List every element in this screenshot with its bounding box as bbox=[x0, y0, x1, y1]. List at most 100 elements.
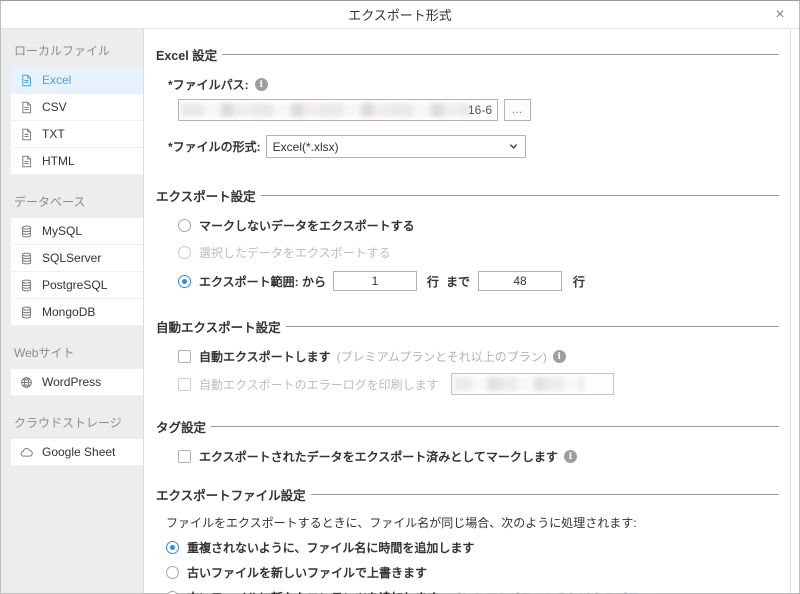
checkbox-mark-exported[interactable] bbox=[178, 450, 191, 463]
range-to-input[interactable] bbox=[478, 271, 562, 291]
sidebar-item-mysql[interactable]: MySQL bbox=[11, 218, 143, 245]
file-icon bbox=[20, 74, 33, 87]
sidebar-item-sqlserver[interactable]: SQLServer bbox=[11, 245, 143, 272]
sidebar-item-csv[interactable]: CSV bbox=[11, 94, 143, 121]
section-divider bbox=[261, 195, 779, 196]
plan-note: (プレミアムプランとそれ以上のプラン) bbox=[337, 348, 547, 365]
section-export-settings: エクスポート設定 bbox=[156, 186, 779, 205]
section-title: エクスポート設定 bbox=[156, 186, 256, 205]
settings-content: Excel 設定 *ファイルパス: i 16-6 … *ファイルの形式: bbox=[144, 29, 799, 594]
export-target-sidebar: ローカルファイル Excel CSV TXT HTML bbox=[1, 29, 144, 593]
sidebar-item-txt[interactable]: TXT bbox=[11, 121, 143, 148]
sidebar-item-excel[interactable]: Excel bbox=[11, 67, 143, 94]
radio-overwrite[interactable] bbox=[166, 566, 179, 579]
error-log-input bbox=[451, 373, 614, 395]
file-format-row: *ファイルの形式: Excel(*.xlsx) bbox=[168, 135, 781, 158]
section-auto-export-settings: 自動エクスポート設定 bbox=[156, 317, 779, 336]
checkbox-label: 自動エクスポートします bbox=[199, 348, 331, 365]
radio-label: 重複されないように、ファイル名に時間を追加します bbox=[187, 539, 474, 556]
file-format-select[interactable]: Excel(*.xlsx) bbox=[266, 135, 526, 158]
radio-row-add-time: 重複されないように、ファイル名に時間を追加します bbox=[166, 539, 781, 556]
sidebar-item-wordpress[interactable]: WordPress bbox=[11, 369, 143, 396]
section-divider bbox=[211, 426, 779, 427]
sidebar-item-label: PostgreSQL bbox=[42, 278, 107, 292]
radio-label: 古いファイルに新たなコンテンツを追加します bbox=[187, 589, 439, 594]
dialog-titlebar: エクスポート形式 × bbox=[1, 1, 799, 29]
section-title: 自動エクスポート設定 bbox=[156, 317, 281, 336]
section-title: エクスポートファイル設定 bbox=[156, 485, 306, 504]
sidebar-item-postgresql[interactable]: PostgreSQL bbox=[11, 272, 143, 299]
info-icon[interactable]: i bbox=[255, 78, 268, 91]
section-title: タグ設定 bbox=[156, 417, 206, 436]
section-excel-settings: Excel 設定 bbox=[156, 45, 779, 64]
plan-note: (プレミアムプランとそれ以上のプラン) bbox=[445, 589, 655, 594]
main-panel: Excel 設定 *ファイルパス: i 16-6 … *ファイルの形式: bbox=[144, 29, 799, 593]
sidebar-item-mongodb[interactable]: MongoDB bbox=[11, 299, 143, 326]
database-icon bbox=[20, 252, 33, 265]
radio-row-append: 古いファイルに新たなコンテンツを追加します (プレミアムプランとそれ以上のプラン… bbox=[166, 589, 781, 594]
sidebar-group-database-items: MySQL SQLServer PostgreSQL MongoDB bbox=[11, 218, 143, 326]
sidebar-item-label: MySQL bbox=[42, 224, 82, 238]
sidebar-item-label: MongoDB bbox=[42, 305, 95, 319]
sidebar-item-google-sheet[interactable]: Google Sheet bbox=[11, 439, 143, 466]
sidebar-group-website: Webサイト bbox=[1, 335, 143, 369]
radio-export-selected bbox=[178, 246, 191, 259]
close-icon[interactable]: × bbox=[770, 5, 790, 25]
radio-export-unmarked[interactable] bbox=[178, 219, 191, 232]
checkbox-auto-export[interactable] bbox=[178, 350, 191, 363]
range-from-input[interactable] bbox=[333, 271, 417, 291]
file-icon bbox=[20, 101, 33, 114]
radio-label: マークしないデータをエクスポートする bbox=[199, 217, 415, 234]
cloud-icon bbox=[20, 446, 33, 459]
file-path-label-row: *ファイルパス: i bbox=[168, 76, 781, 93]
dialog-title: エクスポート形式 bbox=[348, 5, 452, 24]
sidebar-group-local-items: Excel CSV TXT HTML bbox=[11, 67, 143, 175]
dialog-body: ローカルファイル Excel CSV TXT HTML bbox=[1, 29, 799, 593]
radio-label-disabled: 選択したデータをエクスポートする bbox=[199, 244, 391, 261]
sidebar-group-cloud-storage: クラウドストレージ bbox=[1, 405, 143, 439]
range-unit: 行 bbox=[573, 273, 585, 290]
file-conflict-description-row: ファイルをエクスポートするときに、ファイル名が同じ場合、次のように処理されます: bbox=[166, 514, 781, 531]
info-icon[interactable]: i bbox=[553, 350, 566, 363]
sidebar-item-label: Excel bbox=[42, 73, 71, 87]
blurred-error-log-value bbox=[454, 377, 583, 391]
browse-button[interactable]: … bbox=[504, 99, 531, 121]
section-divider bbox=[222, 54, 779, 55]
database-icon bbox=[20, 279, 33, 292]
sidebar-item-label: CSV bbox=[42, 100, 67, 114]
export-range-label: エクスポート範囲: から bbox=[199, 273, 326, 290]
database-icon bbox=[20, 225, 33, 238]
error-log-row: 自動エクスポートのエラーログを印刷します bbox=[178, 373, 781, 395]
info-icon[interactable]: i bbox=[564, 450, 577, 463]
radio-add-time[interactable] bbox=[166, 541, 179, 554]
radio-row-export-range: エクスポート範囲: から 行 まで 行 bbox=[178, 271, 781, 291]
radio-row-selected-data: 選択したデータをエクスポートする bbox=[178, 244, 781, 261]
file-icon bbox=[20, 155, 33, 168]
mark-exported-row: エクスポートされたデータをエクスポート済みとしてマークします i bbox=[178, 448, 781, 465]
sidebar-group-website-items: WordPress bbox=[11, 369, 143, 396]
file-format-label: *ファイルの形式: bbox=[168, 138, 261, 155]
range-between-label: まで bbox=[446, 273, 470, 290]
globe-icon bbox=[20, 376, 33, 389]
sidebar-item-label: HTML bbox=[42, 154, 75, 168]
section-title: Excel 設定 bbox=[156, 45, 217, 64]
file-path-row: 16-6 … bbox=[178, 99, 781, 121]
file-icon bbox=[20, 128, 33, 141]
blurred-file-path bbox=[181, 103, 471, 117]
auto-export-row: 自動エクスポートします (プレミアムプランとそれ以上のプラン) i bbox=[178, 348, 781, 365]
radio-export-range[interactable] bbox=[178, 275, 191, 288]
radio-label: 古いファイルを新しいファイルで上書きます bbox=[187, 564, 427, 581]
radio-row-unmarked: マークしないデータをエクスポートする bbox=[178, 217, 781, 234]
range-unit: 行 bbox=[427, 273, 439, 290]
sidebar-item-label: TXT bbox=[42, 127, 65, 141]
section-tag-settings: タグ設定 bbox=[156, 417, 779, 436]
sidebar-item-html[interactable]: HTML bbox=[11, 148, 143, 175]
sidebar-gap bbox=[1, 396, 143, 405]
file-path-input[interactable]: 16-6 bbox=[178, 99, 498, 121]
radio-row-overwrite: 古いファイルを新しいファイルで上書きます bbox=[166, 564, 781, 581]
checkbox-label: エクスポートされたデータをエクスポート済みとしてマークします bbox=[199, 448, 558, 465]
sidebar-gap bbox=[1, 326, 143, 335]
section-divider bbox=[286, 326, 779, 327]
export-format-dialog: エクスポート形式 × ローカルファイル Excel CSV TXT bbox=[0, 0, 800, 594]
file-path-visible-suffix: 16-6 bbox=[468, 103, 492, 117]
